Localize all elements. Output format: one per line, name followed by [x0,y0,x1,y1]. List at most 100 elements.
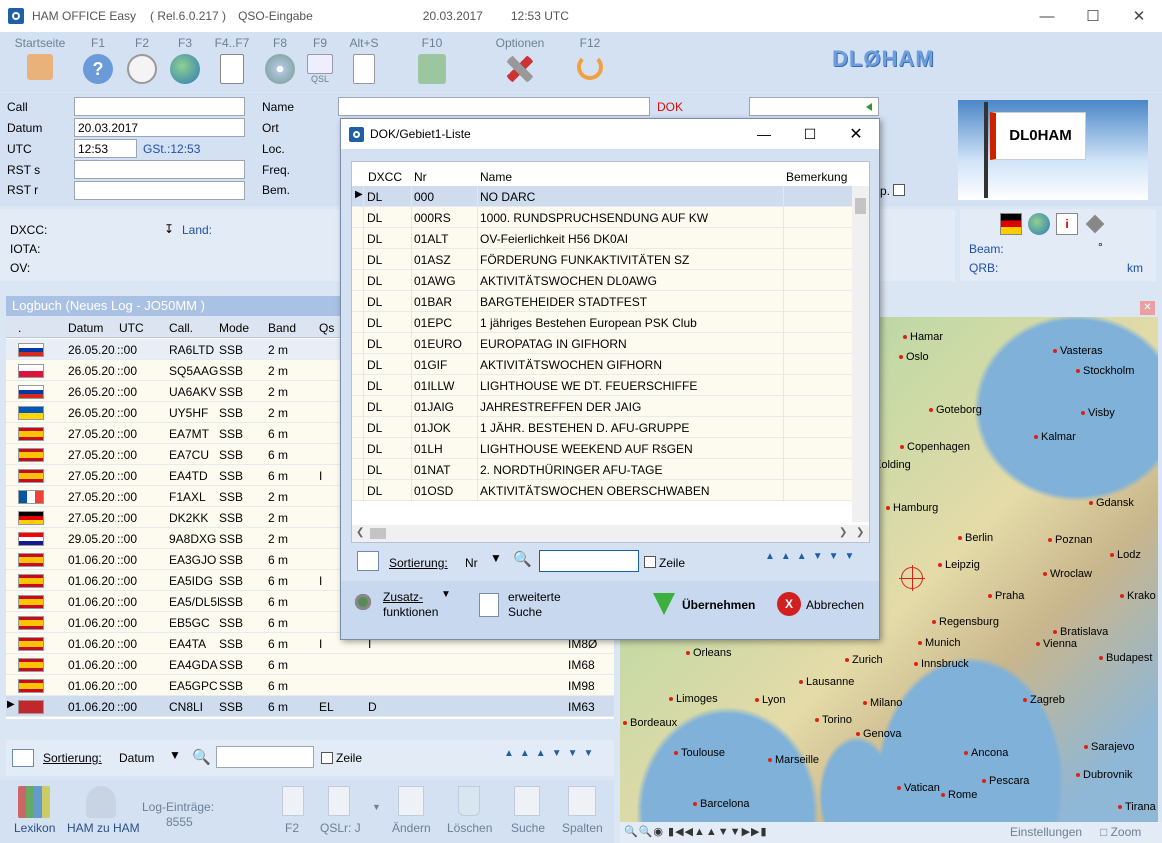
gear-icon[interactable] [351,591,375,613]
dialog-nav-arrows[interactable]: ▲▲▲▼▼▼ [765,551,860,562]
abbrechen-button[interactable]: Abbrechen [806,598,864,612]
cancel-icon[interactable]: X [777,592,801,616]
scroll-down-icon[interactable]: ❯ [856,527,864,538]
sort-options-icon[interactable] [12,749,34,767]
zusatz-line1[interactable]: Zusatz- [383,590,423,604]
dialog-search-input[interactable] [539,550,639,572]
close-button[interactable]: ✕ [1116,0,1162,32]
dok-input[interactable] [749,97,879,116]
col-bemerkung[interactable]: Bemerkung [786,170,847,184]
list-item[interactable]: DL 01LH LIGHTHOUSE WEEKEND AUF RšGEN [352,438,853,459]
col-dxcc[interactable]: DXCC [368,170,402,184]
col-dot[interactable]: . [18,321,21,335]
qslr-label[interactable]: QSLr: J [320,821,361,835]
map-zoom-link[interactable]: □ Zoom [1100,825,1141,839]
minimize-button[interactable]: — [1024,0,1070,32]
qsl-dropdown-icon[interactable]: ▼ [372,802,381,812]
list-item[interactable]: DL 000RS 1000. RUNDSPRUCHSENDUNG AUF KW [352,207,853,228]
search-doc-icon[interactable] [479,593,499,617]
dialog-maximize-button[interactable]: ☐ [787,119,833,149]
rsts-input[interactable] [74,160,245,179]
dok-table[interactable]: DXCC Nr Name Bemerkung ▶ DL 000 NO DARC DL 00… [351,161,870,543]
col-mode[interactable]: Mode [219,321,249,335]
list-item[interactable]: DL 01BAR BARGTEHEIDER STADTFEST [352,291,853,312]
log-nav-arrows[interactable]: ▲▲▲▼▼▼ [504,748,599,759]
lexikon-label[interactable]: Lexikon [14,821,55,835]
columns-icon[interactable] [568,786,596,816]
dialog-zeile-checkbox[interactable] [644,556,656,568]
check-arrow-icon[interactable] [653,593,675,615]
dialog-sort-value[interactable]: Nr [465,556,478,570]
toolbar-cd[interactable]: F8 [262,36,298,84]
rstr-input[interactable] [74,181,245,200]
list-item[interactable]: DL 01AWG AKTIVITÄTSWOCHEN DL0AWG [352,270,853,291]
list-item[interactable]: DL 01GIF AKTIVITÄTSWOCHEN GIFHORN [352,354,853,375]
list-item[interactable]: ▶ DL 000 NO DARC [352,186,853,207]
table-row[interactable]: ▶ 01.06.201::00 CN8LI SSB 6 m EL D IM63 [6,696,614,717]
list-item[interactable]: DL 01ASZ FÖRDERUNG FUNKAKTIVITÄTEN SZ [352,249,853,270]
p-checkbox[interactable] [893,184,905,196]
f2-doc-icon[interactable] [282,786,304,816]
toolbar-startseite[interactable]: Startseite [14,36,66,80]
zusatz-dropdown-icon[interactable]: ▼ [441,589,451,600]
list-item[interactable]: DL 01EURO EUROPATAG IN GIFHORN [352,333,853,354]
dialog-close-button[interactable]: ✕ [833,119,879,149]
list-item[interactable]: DL 01ILLW LIGHTHOUSE WE DT. FEUERSCHIFFE [352,375,853,396]
log-zeile-checkbox[interactable] [321,752,333,764]
scroll-left-icon[interactable]: ❮ [356,527,364,538]
dok-scroll-thumb[interactable] [855,198,866,214]
dok-dropdown-icon[interactable] [866,103,872,111]
delete-icon[interactable] [458,786,480,816]
satellite-icon[interactable] [1085,214,1105,234]
list-item[interactable]: DL 01NAT 2. NORDTHÜRINGER AFU-TAGE [352,459,853,480]
dxcc-dropdown-icon[interactable]: ↧ [164,222,174,236]
dialog-sort-options-icon[interactable] [357,551,379,571]
dialog-minimize-button[interactable]: — [741,119,787,149]
toolbar-stats[interactable]: Alt+S [344,36,384,84]
col-utc[interactable]: UTC [119,321,144,335]
map-zoom-controls[interactable]: 🔍🔍◉ ▮◀◀▲▲▼▼▶▶▮ [624,825,768,838]
col-band[interactable]: Band [268,321,296,335]
loeschen-label[interactable]: Löschen [447,821,492,835]
col-nr[interactable]: Nr [414,170,427,184]
toolbar-qsl[interactable]: F9 QSL [302,36,338,84]
qsl-list-icon[interactable] [328,786,350,816]
ham-user-icon[interactable] [86,786,116,818]
list-item[interactable]: DL 01ALT OV-Feierlichkeit H56 DK0AI [352,228,853,249]
col-call[interactable]: Call. [169,321,193,335]
suche-line2[interactable]: Suche [508,605,542,619]
map-close-icon[interactable]: ✕ [1140,301,1155,315]
list-item[interactable]: DL 01EPC 1 jähriges Bestehen European PSK … [352,312,853,333]
info-icon[interactable]: i [1056,213,1078,235]
scroll-right-icon[interactable]: ❯ [839,527,847,538]
log-search-input[interactable] [216,746,314,768]
aendern-label[interactable]: Ändern [392,821,431,835]
list-item[interactable]: DL 01JAIG JAHRESTREFFEN DER JAIG [352,396,853,417]
col-datum[interactable]: Datum [68,321,103,335]
name-input[interactable] [338,97,650,116]
col-qs[interactable]: Qs [319,321,334,335]
toolbar-optionen[interactable]: Optionen [490,36,550,84]
suche-label[interactable]: Suche [511,821,545,835]
table-row[interactable]: 01.06.201::00 EA4GDASSB 6 m IM68 [6,654,614,675]
col-name[interactable]: Name [480,170,512,184]
toolbar-save[interactable]: F10 [412,36,452,84]
f2-label[interactable]: F2 [285,821,299,835]
spalten-label[interactable]: Spalten [562,821,603,835]
lexikon-icon[interactable] [18,786,50,818]
flag-de-icon[interactable] [1000,213,1022,235]
toolbar-clock[interactable]: F2 [124,36,160,84]
log-sort-value[interactable]: Datum [119,751,154,765]
toolbar-notepad[interactable]: F4..F7 [210,36,254,84]
uebernehmen-button[interactable]: Übernehmen [682,598,755,612]
globe-small-icon[interactable] [1028,213,1050,235]
toolbar-refresh[interactable]: F12 [572,36,608,80]
utc-input[interactable]: 12:53 [74,139,137,158]
h-scroll-thumb[interactable] [370,528,386,539]
maximize-button[interactable]: ☐ [1070,0,1116,32]
ham-zu-ham-label[interactable]: HAM zu HAM [67,821,140,835]
list-item[interactable]: DL 01OSD AKTIVITÄTSWOCHEN OBERSCHWABEN [352,480,853,501]
call-input[interactable] [74,97,245,116]
suche-line1[interactable]: erweiterte [508,590,561,604]
dok-horizontal-scrollbar[interactable]: ❮ ❯ ❯ [352,525,869,542]
